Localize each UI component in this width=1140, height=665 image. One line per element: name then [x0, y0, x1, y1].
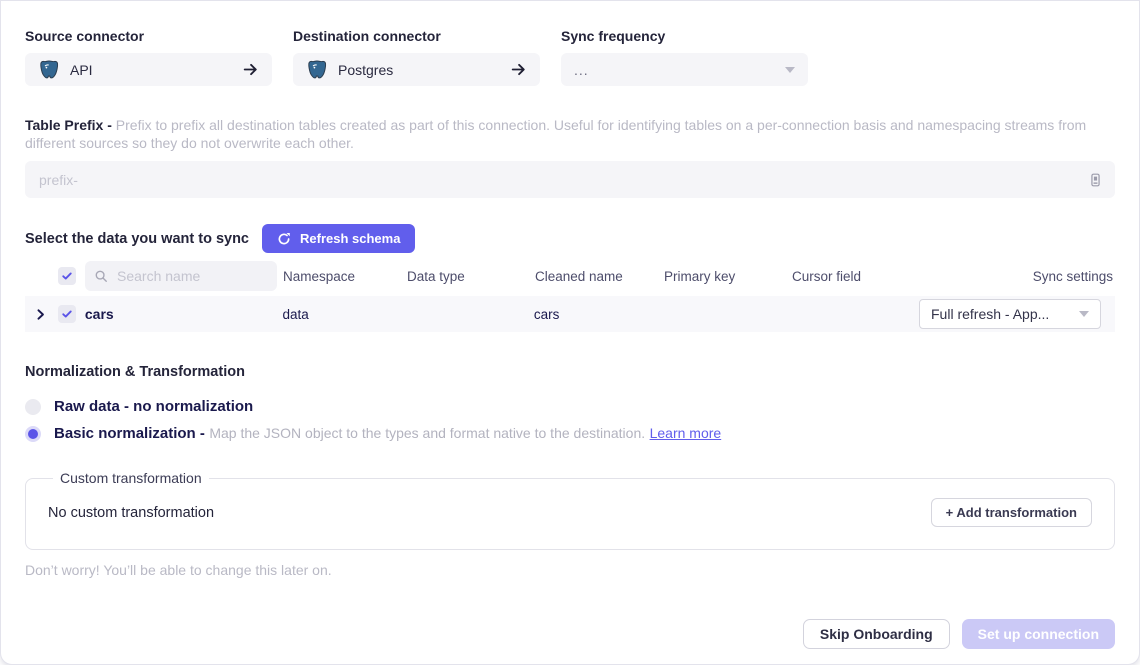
learn-more-link[interactable]: Learn more [650, 425, 722, 441]
table-prefix-field [25, 161, 1115, 198]
source-connector-col: Source connector API [25, 28, 272, 86]
column-header-cursor-field: Cursor field [792, 269, 921, 284]
table-prefix-title: Table Prefix - [25, 117, 112, 133]
custom-transformation-fieldset: Custom transformation No custom transfor… [25, 470, 1115, 550]
stream-cleaned-name: cars [534, 307, 663, 322]
chevron-right-icon[interactable] [34, 308, 47, 321]
custom-transformation-legend: Custom transformation [53, 470, 209, 486]
column-header-primary-key: Primary key [664, 269, 792, 284]
source-connector-name: API [70, 62, 93, 78]
refresh-schema-label: Refresh schema [300, 231, 400, 246]
skip-onboarding-button[interactable]: Skip Onboarding [803, 619, 950, 649]
sync-mode-select[interactable]: Full refresh - App... [919, 299, 1101, 329]
column-header-namespace: Namespace [283, 269, 407, 284]
change-later-note: Don’t worry! You’ll be able to change th… [25, 562, 1115, 578]
sync-frequency-label: Sync frequency [561, 28, 808, 44]
search-icon [94, 269, 108, 283]
radio-selected-icon[interactable] [25, 426, 41, 442]
radio-unselected-icon[interactable] [25, 399, 41, 415]
stream-name: cars [85, 306, 283, 322]
connection-setup-card: Source connector API Destination connect… [0, 0, 1140, 665]
raw-data-label: Raw data - no normalization [54, 398, 253, 415]
column-header-sync-settings: Sync settings [921, 269, 1115, 284]
sync-frequency-select[interactable]: ... [561, 53, 808, 86]
basic-normalization-description: Map the JSON object to the types and for… [209, 425, 645, 441]
row-checkbox[interactable] [58, 305, 76, 323]
raw-data-option[interactable]: Raw data - no normalization [25, 398, 1115, 415]
sync-frequency-value: ... [574, 62, 589, 78]
table-prefix-section: Table Prefix - Prefix to prefix all dest… [25, 116, 1115, 198]
destination-connector-select[interactable]: Postgres [293, 53, 540, 86]
table-prefix-description: Prefix to prefix all destination tables … [25, 117, 1086, 151]
table-prefix-input[interactable] [37, 171, 1088, 189]
normalization-title: Normalization & Transformation [25, 364, 1115, 380]
table-row: cars data cars Full refresh - App... [25, 296, 1115, 332]
refresh-schema-button[interactable]: Refresh schema [262, 224, 415, 253]
normalization-section: Normalization & Transformation Raw data … [25, 364, 1115, 443]
column-header-cleaned-name: Cleaned name [535, 269, 664, 284]
basic-normalization-option[interactable]: Basic normalization - Map the JSON objec… [25, 425, 1115, 443]
basic-normalization-label: Basic normalization - [54, 425, 205, 442]
arrow-right-icon[interactable] [242, 61, 259, 78]
input-field-icon [1088, 172, 1103, 188]
arrow-right-icon[interactable] [510, 61, 527, 78]
sync-mode-value: Full refresh - App... [931, 306, 1049, 322]
postgres-logo-icon [38, 59, 60, 81]
sync-frequency-col: Sync frequency ... [561, 28, 808, 86]
chevron-down-icon [1079, 311, 1089, 317]
connector-row: Source connector API Destination connect… [25, 28, 1115, 86]
destination-connector-col: Destination connector Postgres [293, 28, 540, 86]
schema-table-header: Namespace Data type Cleaned name Primary… [25, 259, 1115, 293]
postgres-logo-icon [306, 59, 328, 81]
no-transformation-text: No custom transformation [48, 505, 214, 521]
add-transformation-button[interactable]: + Add transformation [931, 498, 1092, 527]
select-all-checkbox[interactable] [58, 267, 76, 285]
schema-section: Select the data you want to sync Refresh… [25, 224, 1115, 332]
schema-title: Select the data you want to sync [25, 231, 249, 247]
chevron-down-icon [785, 67, 795, 73]
column-header-data-type: Data type [407, 269, 535, 284]
destination-connector-name: Postgres [338, 62, 393, 78]
footer-actions: Skip Onboarding Set up connection [25, 619, 1115, 649]
source-connector-label: Source connector [25, 28, 272, 44]
setup-connection-button[interactable]: Set up connection [962, 619, 1115, 649]
source-connector-select[interactable]: API [25, 53, 272, 86]
destination-connector-label: Destination connector [293, 28, 540, 44]
search-input[interactable] [115, 267, 268, 285]
search-box [85, 261, 277, 291]
card-content: Source connector API Destination connect… [1, 1, 1139, 649]
refresh-icon [277, 232, 291, 246]
stream-namespace: data [282, 307, 406, 322]
